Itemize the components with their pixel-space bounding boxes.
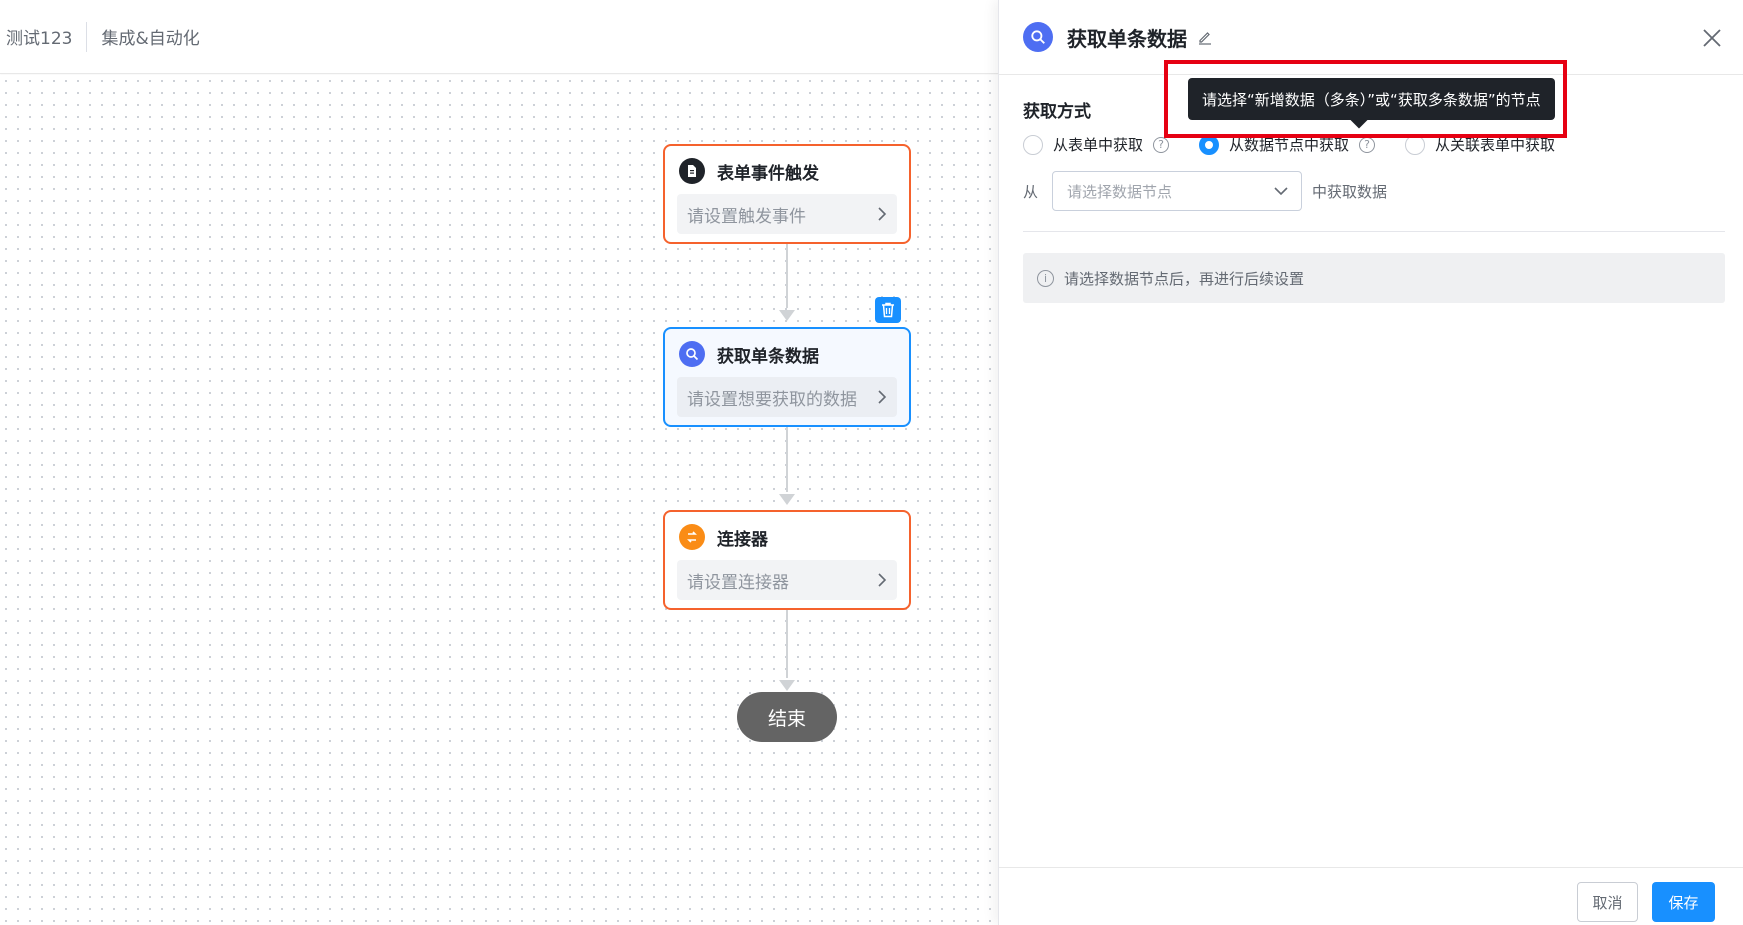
connector-line xyxy=(786,610,788,678)
delete-node-button[interactable] xyxy=(875,297,901,323)
arrow-down-icon xyxy=(779,680,795,691)
cancel-button[interactable]: 取消 xyxy=(1577,882,1638,922)
node-title: 获取单条数据 xyxy=(717,346,819,367)
node-placeholder: 请设置触发事件 xyxy=(687,206,806,227)
data-source-row: 从 请选择数据节点 中获取数据 xyxy=(1023,171,1387,211)
node-title-row: 获取单条数据 xyxy=(679,341,819,367)
panel-title: 获取单条数据 xyxy=(1067,26,1187,51)
end-node[interactable]: 结束 xyxy=(737,692,837,742)
help-icon[interactable]: ? xyxy=(1359,136,1376,153)
save-button[interactable]: 保存 xyxy=(1652,882,1715,922)
panel-divider xyxy=(1023,231,1725,232)
connector-icon xyxy=(679,524,705,550)
radio-circle[interactable] xyxy=(1023,134,1043,155)
document-icon xyxy=(679,158,705,184)
from-suffix: 中获取数据 xyxy=(1312,182,1388,201)
node-placeholder: 请设置连接器 xyxy=(687,572,789,593)
chevron-down-icon xyxy=(1274,187,1288,196)
fetch-method-label: 获取方式 xyxy=(1023,102,1091,122)
node-setting-link[interactable]: 请设置连接器 xyxy=(677,560,897,600)
node-connector[interactable]: 连接器 请设置连接器 xyxy=(663,510,911,610)
radio-label: 从表单中获取 xyxy=(1053,136,1144,154)
node-placeholder: 请设置想要获取的数据 xyxy=(687,389,857,410)
chevron-right-icon xyxy=(878,390,887,404)
node-setting-link[interactable]: 请设置想要获取的数据 xyxy=(677,377,897,417)
node-title: 连接器 xyxy=(717,529,768,550)
trash-icon xyxy=(882,302,894,318)
search-icon xyxy=(1023,22,1053,52)
panel-footer: 取消 保存 xyxy=(999,867,1743,925)
node-title: 表单事件触发 xyxy=(717,163,819,184)
arrow-down-icon xyxy=(779,494,795,505)
help-icon[interactable]: ? xyxy=(1153,136,1170,153)
info-notice: i 请选择数据节点后，再进行后续设置 xyxy=(1023,253,1725,303)
arrow-down-icon xyxy=(779,310,795,321)
data-node-select[interactable]: 请选择数据节点 xyxy=(1052,171,1303,211)
close-icon[interactable] xyxy=(1700,26,1724,50)
highlight-box xyxy=(1164,60,1567,138)
radio-from-form[interactable]: 从表单中获取 ? xyxy=(1023,134,1170,155)
chevron-right-icon xyxy=(878,207,887,221)
select-placeholder: 请选择数据节点 xyxy=(1067,182,1173,201)
edit-title-button[interactable] xyxy=(1197,29,1213,45)
top-header: 测试123 集成&自动化 xyxy=(0,0,1000,74)
node-title-row: 连接器 xyxy=(679,524,768,550)
settings-panel: 获取单条数据 获取方式 从表单中获取 ? 从数据节点中获取 ? 从关联表单中获取… xyxy=(998,0,1743,925)
info-text: 请选择数据节点后，再进行后续设置 xyxy=(1064,269,1305,288)
from-label: 从 xyxy=(1023,182,1039,201)
node-get-single-data[interactable]: 获取单条数据 请设置想要获取的数据 xyxy=(663,327,911,427)
pencil-icon xyxy=(1199,32,1211,45)
node-form-trigger[interactable]: 表单事件触发 请设置触发事件 xyxy=(663,144,911,244)
search-icon xyxy=(679,341,705,367)
section-title[interactable]: 集成&自动化 xyxy=(87,24,199,49)
node-setting-link[interactable]: 请设置触发事件 xyxy=(677,194,897,234)
connector-line xyxy=(786,427,788,492)
app-name[interactable]: 测试123 xyxy=(0,24,86,49)
connector-line xyxy=(786,244,788,308)
info-icon: i xyxy=(1037,269,1054,287)
node-title-row: 表单事件触发 xyxy=(679,158,819,184)
chevron-right-icon xyxy=(878,573,887,587)
